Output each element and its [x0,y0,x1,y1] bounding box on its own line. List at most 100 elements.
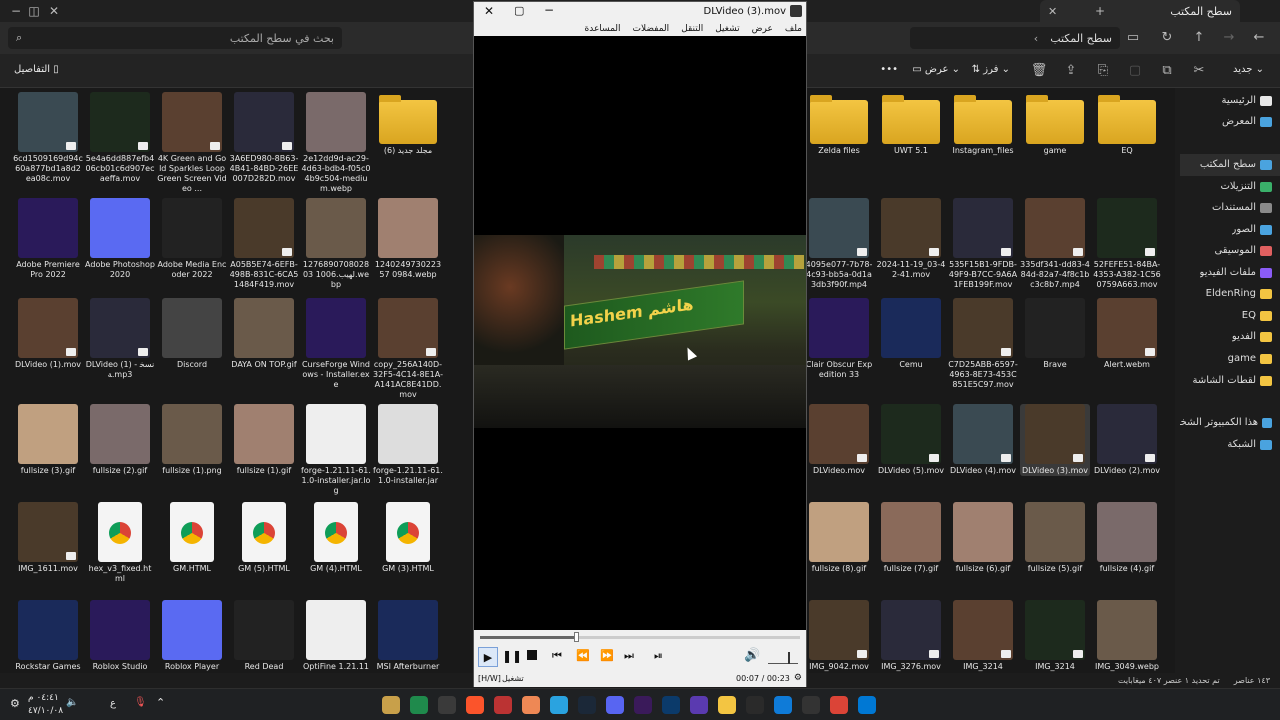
nav-item[interactable]: الرئيسية [1180,90,1280,112]
file-item[interactable]: 6cd1509169d94c60a877bd1a8d2ea08c.mov [13,92,83,184]
more-button[interactable]: ••• [880,64,898,75]
seek-thumb[interactable] [574,632,579,642]
pause-button[interactable]: ❚❚ [502,649,522,663]
share-icon[interactable]: ⇪ [1062,62,1080,80]
menu-item[interactable]: المساعدة [585,24,621,34]
file-item[interactable]: Cemu [876,298,946,370]
file-item[interactable]: fullsize (3).gif [13,404,83,476]
file-item[interactable]: 124024973022357 0984.webp [373,198,443,280]
file-item[interactable]: fullsize (1).png [157,404,227,476]
file-item[interactable]: GM.HTML [157,502,227,574]
media-player-window[interactable]: DLVideo (3).mov ✕ ▢ − ملف عرض تشغيل التنقل ا… [473,1,807,687]
file-item[interactable]: Adobe Premiere Pro 2022 [13,198,83,280]
tray-overflow-icon[interactable]: ⌃ [156,696,165,709]
rename-icon[interactable]: ⎘ [1094,62,1112,80]
taskbar-app-icon[interactable] [410,696,428,714]
rewind-button[interactable]: ⏪ [576,649,590,662]
file-item[interactable]: Zelda files [804,92,874,156]
menu-item[interactable]: المفضلات [633,24,670,34]
file-item[interactable]: 2024-11-19_03-42-41.mov [876,198,946,280]
file-item[interactable]: 52FEFE51-84BA-4353-A382-1C560759A663.mov [1092,198,1162,290]
taskbar-app-icon[interactable] [438,696,456,714]
file-item[interactable]: Adobe Photoshop 2020 [85,198,155,280]
file-item[interactable]: DAYA ON TOP.gif [229,298,299,370]
taskbar-app-icon[interactable] [802,696,820,714]
taskbar-app-icon[interactable] [550,696,568,714]
volume-thumb[interactable] [787,652,790,664]
refresh-icon[interactable]: ↻ [1158,29,1176,47]
file-item[interactable]: Adobe Media Encoder 2022 [157,198,227,280]
file-item[interactable]: Clair Obscur Expedition 33 [804,298,874,380]
file-item[interactable]: forge-1.21.11-61.1.0-installer.jar [373,404,443,486]
tab-desktop[interactable]: سطح المكتب ✕ [1040,0,1240,22]
file-item[interactable]: fullsize (4).gif [1092,502,1162,574]
file-item[interactable]: GM (5).HTML [229,502,299,574]
file-item[interactable]: EQ [1092,92,1162,156]
taskbar-app-icon[interactable] [382,696,400,714]
copy-icon[interactable]: ⧉ [1158,62,1176,80]
nav-item[interactable]: هذا الكمبيوتر الشخصي [1180,412,1280,434]
settings-icon[interactable]: ⚙ [794,673,802,683]
file-item[interactable]: MSI Afterburner [373,600,443,672]
file-item[interactable]: 335df341-dd83-484d-82a7-4f8c1bc3c8b7.mp4 [1020,198,1090,290]
file-item[interactable]: 127689070802803 1006.لهيب.webp [301,198,371,290]
taskbar-app-icon[interactable] [494,696,512,714]
file-item[interactable]: Alert.webm [1092,298,1162,370]
close-window-icon[interactable]: ✕ [46,3,62,19]
nav-item[interactable]: الموسيقى [1180,240,1280,262]
tab-close-icon[interactable]: ✕ [1048,5,1057,18]
search-box[interactable]: بحث في سطح المكتب ⌕ [8,27,342,49]
prev-button[interactable]: ⏮ [552,649,562,663]
file-item[interactable]: 3A6ED980-8B63-4B41-84BD-26EE007D282D.mov [229,92,299,184]
nav-item[interactable]: EQ [1180,305,1280,327]
file-item[interactable]: DLVideo (1) - نسخة.mp3 [85,298,155,380]
file-item[interactable]: fullsize (1).gif [229,404,299,476]
taskbar-app-icon[interactable] [746,696,764,714]
nav-item[interactable]: التنزيلات [1180,176,1280,198]
file-item[interactable]: DLVideo (4).mov [948,404,1018,476]
file-item[interactable]: Instagram_files [948,92,1018,156]
view-button[interactable]: ▭ عرض ⌄ [912,64,960,75]
file-item[interactable]: copy_256A140D-32F5-4C14-8E1A-A141AC8E41D… [373,298,443,400]
file-item[interactable]: DLVideo (3).mov [1020,404,1090,476]
minimize-icon[interactable]: − [8,3,24,19]
taskbar-app-icon[interactable] [774,696,792,714]
file-item[interactable]: GM (4).HTML [301,502,371,574]
file-item[interactable]: 2e12dd9d-ac29-4d63-bdb4-f05c04b9c504-med… [301,92,371,194]
file-item[interactable]: DLVideo (2).mov [1092,404,1162,476]
file-item[interactable]: IMG_9042.mov [804,600,874,672]
file-item[interactable]: IMG_3214 [1020,600,1090,672]
file-item[interactable]: IMG_3049.webp [1092,600,1162,672]
file-item[interactable]: forge-1.21.11-61.1.0-installer.jar.log [301,404,371,496]
menu-item[interactable]: التنقل [681,24,703,34]
microphone-icon[interactable]: 🎙 [134,697,147,708]
nav-item[interactable]: المستندات [1180,197,1280,219]
nav-item[interactable]: الصور [1180,219,1280,241]
file-item[interactable]: fullsize (2).gif [85,404,155,476]
monitor-icon[interactable]: ▭ [1124,29,1142,47]
file-item[interactable]: 5e4a6dd887efb406cb01c6d907ecaeffa.mov [85,92,155,184]
file-item[interactable]: Roblox Player [157,600,227,672]
file-item[interactable]: Brave [1020,298,1090,370]
taskbar-app-icon[interactable] [718,696,736,714]
taskbar-app-icon[interactable] [522,696,540,714]
nav-item[interactable]: game [1180,348,1280,370]
player-close-icon[interactable]: ✕ [484,4,494,18]
back-icon[interactable]: ← [1250,29,1268,47]
volume-tray-icon[interactable]: 🔈 [66,697,78,708]
new-button[interactable]: جديد ⌄ [1233,64,1264,75]
file-item[interactable]: C7D25ABB-6597-4963-8E73-453C851E5C97.mov [948,298,1018,390]
breadcrumb[interactable]: سطح المكتب › [910,27,1120,49]
taskbar-app-icon[interactable] [662,696,680,714]
frame-step-button[interactable]: ⏯ [654,649,663,663]
file-item[interactable]: Red Dead [229,600,299,672]
video-frame[interactable]: Hashem هاشم [474,235,806,428]
forward-button[interactable]: ⏩ [600,649,614,662]
sort-button[interactable]: ⇅ فرز ⌄ [972,64,1010,75]
forward-icon[interactable]: → [1220,29,1238,47]
nav-item[interactable]: الشبكة [1180,434,1280,456]
stop-button[interactable] [527,650,537,660]
file-item[interactable]: game [1020,92,1090,156]
menu-item[interactable]: عرض [752,24,773,34]
taskbar-app-icon[interactable] [858,696,876,714]
